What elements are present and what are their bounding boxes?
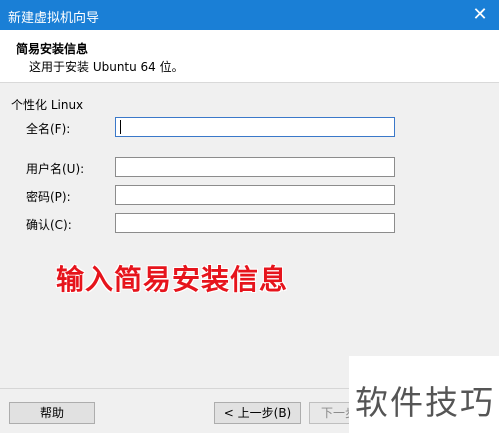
back-button[interactable]: < 上一步(B)	[214, 402, 301, 424]
wizard-header: 简易安装信息 这用于安装 Ubuntu 64 位。	[0, 30, 499, 83]
annotation-overlay-text: 输入简易安装信息	[56, 263, 289, 296]
text-caret	[120, 120, 121, 134]
confirm-label: 确认(C):	[26, 218, 72, 232]
personalize-linux-group-label: 个性化 Linux	[11, 98, 84, 112]
page-title: 简易安装信息	[16, 42, 89, 56]
password-label: 密码(P):	[26, 190, 71, 204]
wizard-window: 新建虚拟机向导 ✕ 简易安装信息 这用于安装 Ubuntu 64 位。 个性化 …	[0, 0, 499, 433]
title-bar[interactable]: 新建虚拟机向导 ✕	[0, 0, 499, 30]
help-button[interactable]: 帮助	[9, 402, 95, 424]
password-input[interactable]	[115, 185, 395, 205]
watermark-overlay: 软件技巧	[349, 356, 499, 433]
page-subtitle: 这用于安装 Ubuntu 64 位。	[29, 60, 184, 74]
close-icon[interactable]: ✕	[465, 0, 495, 30]
username-label: 用户名(U):	[26, 162, 85, 176]
username-input[interactable]	[115, 157, 395, 177]
watermark-text: 软件技巧	[355, 383, 495, 422]
fullname-label: 全名(F):	[26, 122, 71, 136]
confirm-password-input[interactable]	[115, 213, 395, 233]
window-title: 新建虚拟机向导	[8, 11, 100, 26]
fullname-input[interactable]	[115, 117, 395, 137]
